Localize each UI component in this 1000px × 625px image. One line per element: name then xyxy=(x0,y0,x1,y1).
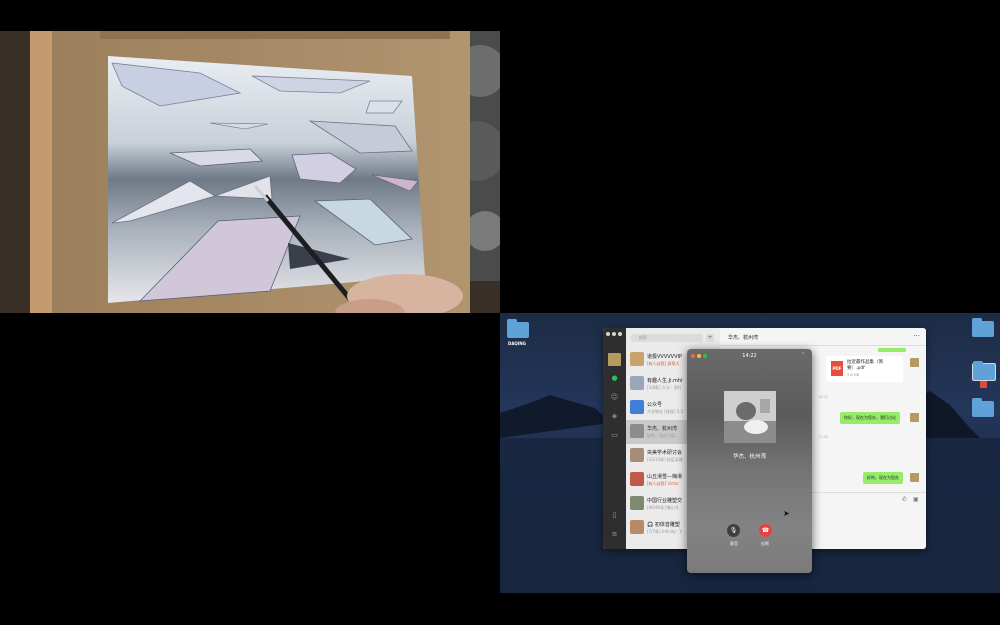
mouse-cursor-icon: ➤ xyxy=(783,509,790,518)
avatar xyxy=(910,473,919,482)
chat-preview-text: [有人@我] Victor xyxy=(647,481,680,486)
conversation-title: 华杰、杭州湾 xyxy=(728,335,759,341)
avatar xyxy=(630,520,644,534)
message-bubble: 你好，现在为您办，我们讨论 xyxy=(840,412,900,424)
painting-video-feed xyxy=(0,31,500,313)
call-duration: 14:22 xyxy=(742,353,757,359)
folder-icon[interactable]: ▭ xyxy=(610,431,619,439)
chat-preview: 大学物业 [链接] 5.5 xyxy=(647,409,684,414)
window-close-button[interactable] xyxy=(606,332,610,336)
chat-preview: 好的，现在为您... xyxy=(647,433,679,438)
file-name: 拉近最作品集（简要）.pdf xyxy=(847,360,883,371)
pdf-file-icon: PDF xyxy=(831,361,843,376)
desktop-screen-share: DAQING ● ☺ ◈ ▭ ▯ ≡ 搜索 + 道极VVVVVVIP [有人@我… xyxy=(500,313,1000,593)
avatar-photo xyxy=(724,391,776,443)
window-minimize-button[interactable] xyxy=(612,332,616,336)
video-call-icon[interactable]: ▣ xyxy=(913,496,919,503)
official-account-icon xyxy=(630,400,644,414)
avatar xyxy=(630,376,644,390)
search-input[interactable]: 搜索 xyxy=(631,334,703,342)
window-zoom-button[interactable] xyxy=(618,332,622,336)
hang-up-button[interactable]: ☎ xyxy=(759,524,772,537)
desktop-folder-icon[interactable] xyxy=(972,318,994,337)
avatar xyxy=(630,496,644,510)
pin-icon[interactable]: ⌃ xyxy=(801,352,805,358)
contacts-icon[interactable]: ☺ xyxy=(610,393,619,401)
avatar xyxy=(724,391,776,443)
chat-preview: [3/8条] 大卡：图片 xyxy=(647,385,682,390)
message-bubble: 好的，现在为您办 xyxy=(863,472,903,484)
chat-preview: [46/46条] 佛山号 xyxy=(647,505,679,510)
caller-name: 华杰、杭州湾 xyxy=(732,454,766,460)
chat-preview-text: [有人@我] 源泉大 xyxy=(647,361,680,366)
avatar xyxy=(630,352,644,366)
message-bubble xyxy=(878,348,906,352)
chat-preview: [7/7条] Infinity: 飞 xyxy=(647,529,682,534)
avatar xyxy=(630,472,644,486)
avatar xyxy=(910,358,919,367)
mute-label: 静音 xyxy=(730,541,738,546)
wechat-sidebar: ● ☺ ◈ ▭ ▯ ≡ xyxy=(603,328,626,549)
chat-name: 华杰、杭州湾 xyxy=(647,426,678,432)
voice-call-window: 14:22 ⌃ 华杰、杭州湾 🎙 静音 ☎ 挂断 xyxy=(687,349,812,573)
chat-preview: [33/33条] 抗疫英雄 xyxy=(647,457,683,462)
avatar xyxy=(630,424,644,438)
desktop-folder-icon[interactable] xyxy=(972,361,996,381)
desktop-folder-icon[interactable] xyxy=(507,319,529,338)
chat-icon[interactable]: ● xyxy=(610,374,619,382)
chat-name: 🎧 初体音雕塑 xyxy=(647,522,680,528)
file-message-card[interactable]: PDF 拉近最作品集（简要）.pdf 3.8 MB xyxy=(826,356,903,382)
more-icon[interactable]: ··· xyxy=(913,332,920,340)
avatar xyxy=(910,413,919,422)
pdf-file-icon[interactable] xyxy=(980,381,987,388)
divider xyxy=(720,345,926,346)
avatar xyxy=(630,448,644,462)
chat-preview: [有人@我] Victor xyxy=(647,481,679,487)
message-timestamp: 17:02 xyxy=(818,435,829,439)
menu-icon[interactable]: ≡ xyxy=(610,530,619,538)
file-size: 3.8 MB xyxy=(847,373,860,377)
hang-up-label: 挂断 xyxy=(761,541,769,546)
chat-name: 山丘滑雪—嗨滑 xyxy=(647,474,683,480)
message-timestamp: 15:31 xyxy=(818,395,829,399)
add-chat-button[interactable]: + xyxy=(706,334,714,342)
avatar[interactable] xyxy=(608,353,621,366)
phone-icon[interactable]: ✆ xyxy=(902,496,907,503)
phone-icon[interactable]: ▯ xyxy=(610,511,619,519)
desktop-folder-label: DAQING xyxy=(508,341,526,346)
watercolor-painting-image xyxy=(0,31,500,313)
chat-preview: [有人@我] 源泉大 xyxy=(647,361,679,367)
desktop-folder-icon[interactable] xyxy=(972,398,994,417)
chat-name: 央美学术研讨会 xyxy=(647,450,683,456)
chat-name: 道极VVVVVVIP xyxy=(647,354,683,360)
chat-name: 中国行业雕塑交 xyxy=(647,498,683,504)
chat-name: 公众号 xyxy=(647,402,663,408)
favorites-icon[interactable]: ◈ xyxy=(610,412,619,420)
chat-name: 有趣人生.Ji.mhl xyxy=(647,378,683,384)
mute-button[interactable]: 🎙 xyxy=(727,524,740,537)
